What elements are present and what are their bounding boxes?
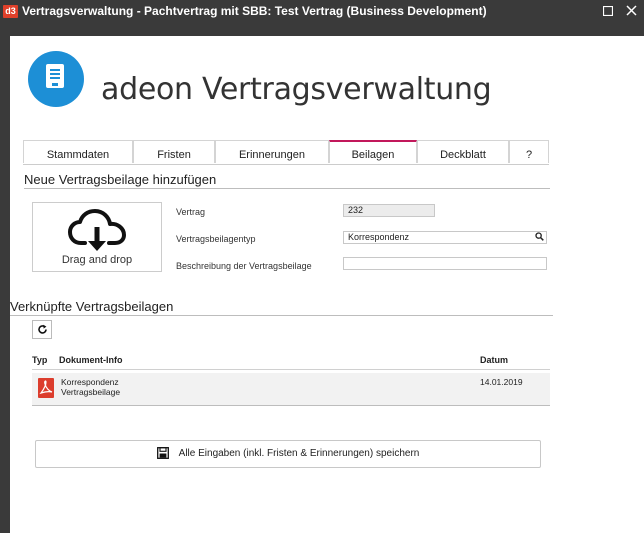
column-header-date: Datum	[480, 355, 509, 365]
maximize-icon	[602, 5, 614, 17]
cloud-download-icon	[68, 209, 126, 251]
divider	[10, 315, 553, 316]
table-row[interactable]: Korrespondenz Vertragsbeilage 14.01.2019	[32, 373, 550, 405]
description-label: Beschreibung der Vertragsbeilage	[176, 261, 312, 271]
attachment-type-value: Korrespondenz	[348, 232, 410, 242]
document-date: 14.01.2019	[480, 377, 523, 387]
tab-beilagen[interactable]: Beilagen	[329, 140, 417, 163]
attachment-type-label: Vertragsbeilagentyp	[176, 234, 256, 244]
dropzone-label: Drag and drop	[61, 254, 133, 266]
floppy-disk-icon	[156, 447, 169, 460]
window-titlebar: d3 Vertragsverwaltung - Pachtvertrag mit…	[0, 0, 644, 36]
document-info-line2: Vertragsbeilage	[61, 387, 121, 397]
pdf-icon	[38, 378, 54, 398]
tab-erinnerungen[interactable]: Erinnerungen	[215, 140, 329, 163]
tab-help[interactable]: ?	[509, 140, 549, 163]
main-content: adeon Vertragsverwaltung Stammdaten Fris…	[10, 36, 644, 533]
close-button[interactable]	[620, 1, 642, 21]
save-all-label: Alle Eingaben (inkl. Fristen & Erinnerun…	[178, 448, 420, 459]
table-header-divider	[32, 369, 550, 370]
divider	[24, 188, 550, 189]
tab-deckblatt[interactable]: Deckblatt	[417, 140, 509, 163]
column-header-type: Typ	[32, 355, 48, 365]
app-logo-icon: d3	[3, 5, 18, 18]
section-title-linked-attachments: Verknüpfte Vertragsbeilagen	[10, 299, 174, 314]
document-icon	[46, 64, 64, 88]
tab-fristen[interactable]: Fristen	[133, 140, 215, 163]
attachment-type-field[interactable]: Korrespondenz	[343, 231, 547, 244]
column-header-document-info: Dokument-Info	[59, 355, 123, 365]
tab-stammdaten[interactable]: Stammdaten	[23, 140, 133, 163]
maximize-button[interactable]	[597, 1, 619, 21]
refresh-icon	[37, 324, 47, 334]
table-bottom-divider	[32, 405, 550, 406]
contract-label: Vertrag	[176, 207, 206, 217]
window-left-border	[0, 36, 10, 533]
app-title: adeon Vertragsverwaltung	[101, 72, 492, 107]
section-title-new-attachment: Neue Vertragsbeilage hinzufügen	[24, 172, 217, 187]
close-icon	[625, 5, 637, 16]
refresh-button[interactable]	[32, 320, 52, 339]
search-button[interactable]	[532, 232, 546, 243]
app-logo	[28, 51, 84, 107]
description-field[interactable]	[343, 257, 547, 270]
drag-and-drop-zone[interactable]: Drag and drop	[32, 202, 162, 272]
window-title: Vertragsverwaltung - Pachtvertrag mit SB…	[22, 4, 487, 18]
document-info-line1: Korrespondenz	[61, 377, 119, 387]
save-all-button[interactable]: Alle Eingaben (inkl. Fristen & Erinnerun…	[35, 440, 541, 468]
contract-field: 232	[343, 204, 435, 217]
tab-bar: Stammdaten Fristen Erinnerungen Beilagen…	[23, 140, 549, 165]
search-icon	[534, 232, 544, 241]
